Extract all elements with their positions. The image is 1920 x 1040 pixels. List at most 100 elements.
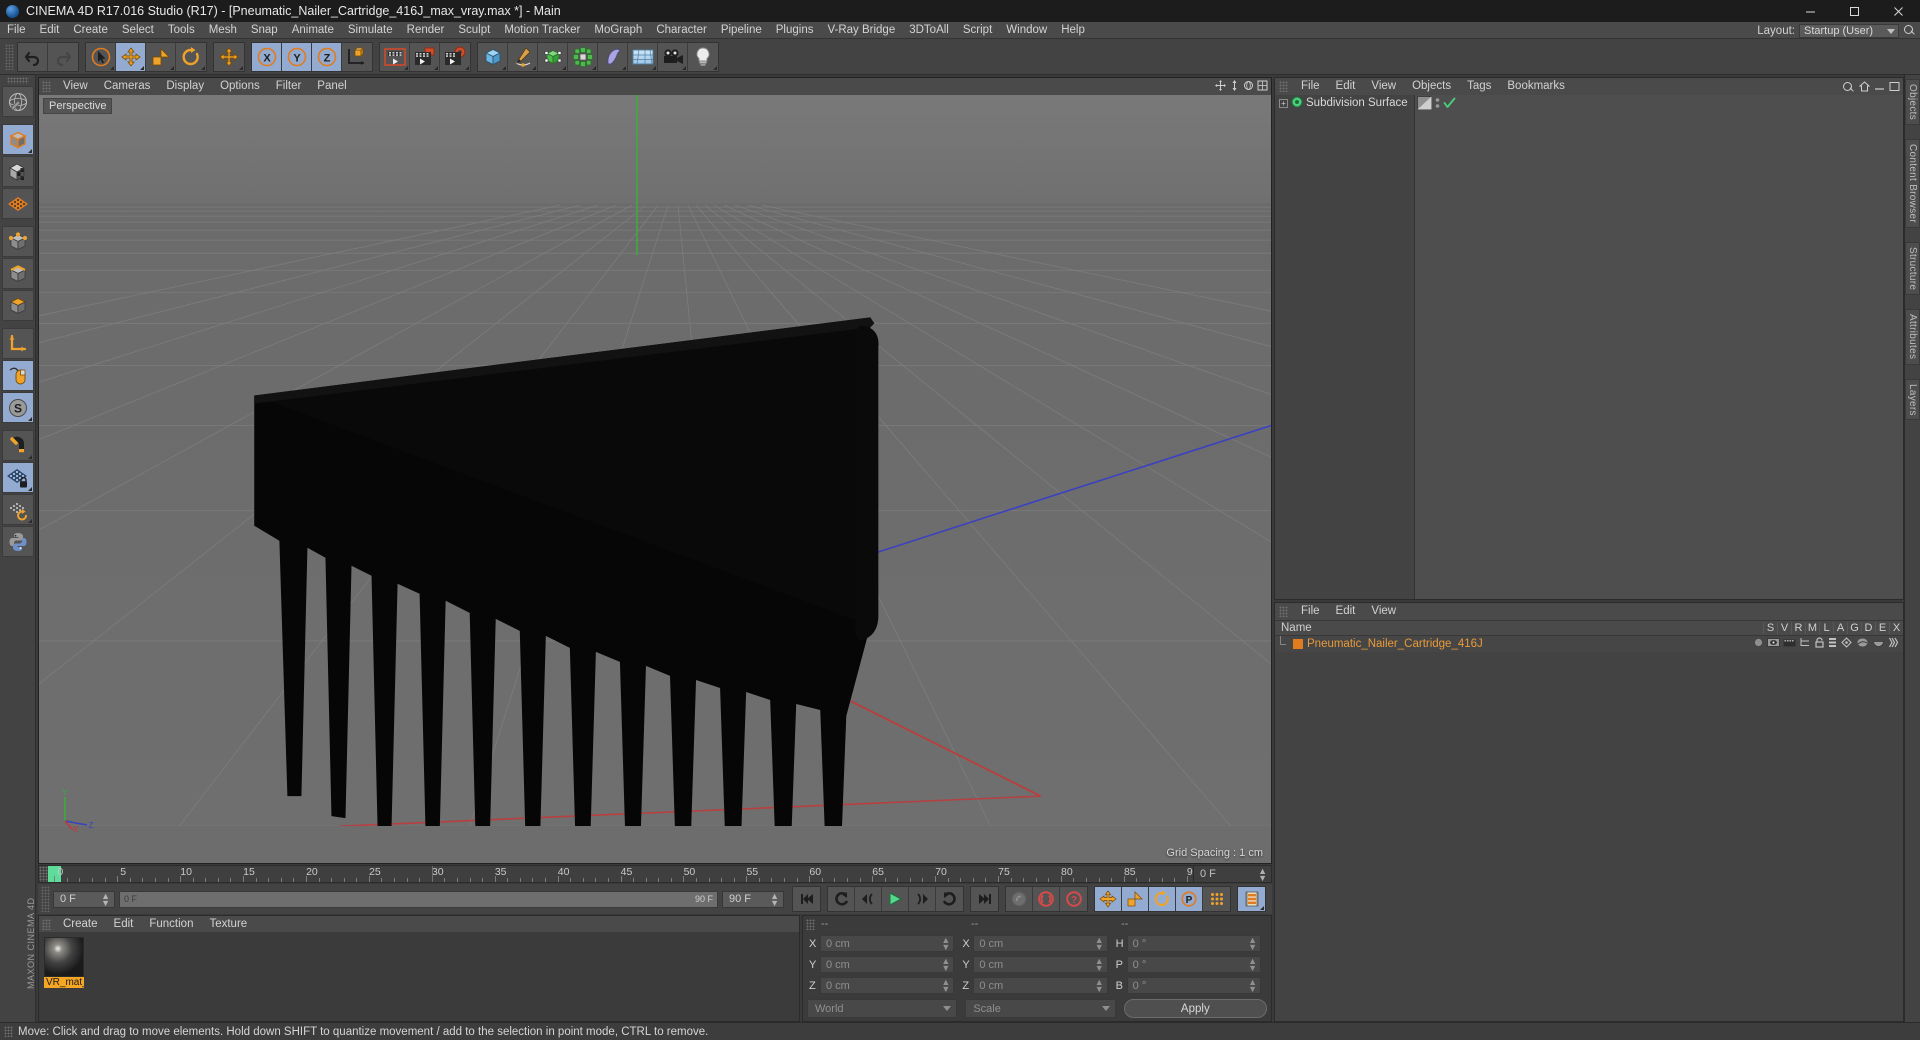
scale-key-button[interactable] [1122,887,1149,911]
spinner-icon[interactable]: ▲ ▼ [1258,867,1267,883]
rotate-tool-button[interactable] [176,42,206,71]
model-mode-button[interactable] [1,124,34,155]
rotation-key-button[interactable] [1149,887,1176,911]
table-row[interactable]: Pneumatic_Nailer_Cartridge_416J [1275,636,1903,652]
zoom-view-icon[interactable] [1229,80,1240,91]
left-toolbar-grip[interactable] [6,77,29,84]
coordinate-system-select[interactable]: World [807,999,958,1018]
soft-selection-button[interactable]: S [1,392,34,423]
coord-field-rot-p[interactable]: 0 ° ▲ ▼ [1126,956,1261,973]
spinner-icon[interactable]: ▲ ▼ [770,891,779,907]
layer-column-r[interactable]: R [1791,622,1805,634]
material-list[interactable]: VR_mat_ [39,932,799,1021]
viewport-menu-grip[interactable] [42,81,51,92]
manager-toggle-icon[interactable] [1799,637,1811,651]
object-menu-edit[interactable]: Edit [1328,78,1364,95]
layer-column-s[interactable]: S [1763,622,1777,634]
cube-primitive-button[interactable] [478,42,508,71]
current-frame-field[interactable]: 0 F ▲ ▼ [53,890,115,908]
render-view-button[interactable] [380,42,410,71]
spinner-icon[interactable]: ▲ ▼ [1248,978,1257,994]
record-active-objects-button[interactable] [1006,887,1033,911]
menu-item-character[interactable]: Character [649,22,714,39]
coord-field-size-z[interactable]: 0 cm ▲ ▼ [973,977,1108,994]
minimize-panel-icon[interactable] [1874,81,1885,95]
expression-toggle-icon[interactable] [1888,637,1899,651]
menu-item-motion-tracker[interactable]: Motion Tracker [497,22,587,39]
menu-item-render[interactable]: Render [400,22,452,39]
timeline-grip[interactable] [39,866,48,882]
layer-menu-file[interactable]: File [1293,603,1328,620]
transport-grip[interactable] [41,886,50,912]
minimize-button[interactable] [1788,0,1832,22]
layer-manager-grip[interactable] [1279,606,1288,617]
timeline-frame-field[interactable]: 0 F ▲ ▼ [1193,866,1271,883]
generator-toggle-icon[interactable] [1840,637,1853,651]
layer-column-m[interactable]: M [1805,622,1819,634]
coord-field-size-x[interactable]: 0 cm ▲ ▼ [973,935,1108,952]
object-menu-file[interactable]: File [1293,78,1328,95]
object-menu-bookmarks[interactable]: Bookmarks [1499,78,1573,95]
deformer-button[interactable] [598,42,628,71]
object-manager-body[interactable]: + Subdivision Surface [1275,95,1903,599]
material-menu-create[interactable]: Create [55,916,106,932]
position-key-button[interactable] [1095,887,1122,911]
home-icon[interactable] [1858,81,1871,95]
object-menu-view[interactable]: View [1363,78,1404,95]
layout-select[interactable]: Startup (User) [1799,23,1899,38]
expand-toggle-icon[interactable]: + [1279,98,1288,108]
layer-column-v[interactable]: V [1777,622,1791,634]
menu-item-pipeline[interactable]: Pipeline [714,22,769,39]
spinner-icon[interactable]: ▲ ▼ [941,978,950,994]
object-menu-tags[interactable]: Tags [1459,78,1499,95]
scale-tool-button[interactable] [146,42,176,71]
coord-field-rot-h[interactable]: 0 ° ▲ ▼ [1126,935,1261,952]
object-menu-objects[interactable]: Objects [1404,78,1459,95]
layer-menu-view[interactable]: View [1363,603,1404,620]
menu-item-file[interactable]: File [0,22,33,39]
coord-field-pos-x[interactable]: 0 cm ▲ ▼ [820,935,955,952]
visible-toggle-icon[interactable] [1767,637,1780,651]
size-mode-select[interactable]: Scale [965,999,1116,1018]
texture-mode-button[interactable] [1,156,34,187]
material-preview-swatch[interactable] [44,937,84,977]
spinner-icon[interactable]: ▲ ▼ [941,936,950,952]
menu-item-plugins[interactable]: Plugins [769,22,821,39]
visibility-dots-icon[interactable] [1434,96,1441,113]
preview-range-slider[interactable]: 0 F 90 F [119,890,718,908]
render-to-picture-viewer-button[interactable] [410,42,440,71]
layer-column-d[interactable]: D [1861,622,1875,634]
spinner-icon[interactable]: ▲ ▼ [101,891,110,907]
menu-item-mograph[interactable]: MoGraph [587,22,649,39]
enabled-check-icon[interactable] [1443,96,1456,113]
layer-column-x[interactable]: X [1889,622,1903,634]
light-button[interactable] [688,42,718,71]
go-to-end-button[interactable] [971,887,998,911]
spinner-icon[interactable]: ▲ ▼ [1248,957,1257,973]
z-axis-button[interactable]: Z [312,42,342,71]
viewport-menu-display[interactable]: Display [158,78,212,95]
redo-button[interactable] [48,42,78,71]
search-icon[interactable] [1842,81,1855,94]
menu-item-vray-bridge[interactable]: V-Ray Bridge [820,22,902,39]
render-settings-button[interactable] [440,42,470,71]
coordinates-grip[interactable] [806,918,815,930]
timeline-ruler[interactable]: 051015202530354045505560657075808590 [48,866,1193,882]
mograph-cloner-button[interactable] [568,42,598,71]
menu-item-edit[interactable]: Edit [33,22,67,39]
menu-item-snap[interactable]: Snap [244,22,285,39]
next-keyframe-button[interactable] [936,887,963,911]
animation-toggle-icon[interactable] [1828,637,1837,651]
viewport-menu-panel[interactable]: Panel [309,78,354,95]
solo-toggle-icon[interactable] [1753,637,1764,651]
make-editable-button[interactable] [1,86,34,117]
menu-item-sculpt[interactable]: Sculpt [451,22,497,39]
menu-item-animate[interactable]: Animate [285,22,341,39]
undo-button[interactable] [18,42,48,71]
python-button[interactable] [1,526,34,557]
x-axis-button[interactable]: X [252,42,282,71]
coord-field-rot-b[interactable]: 0 ° ▲ ▼ [1126,977,1261,994]
move-tool-button[interactable] [116,42,146,71]
tab-content-browser[interactable]: Content Browser [1905,139,1920,228]
layer-menu-edit[interactable]: Edit [1328,603,1364,620]
